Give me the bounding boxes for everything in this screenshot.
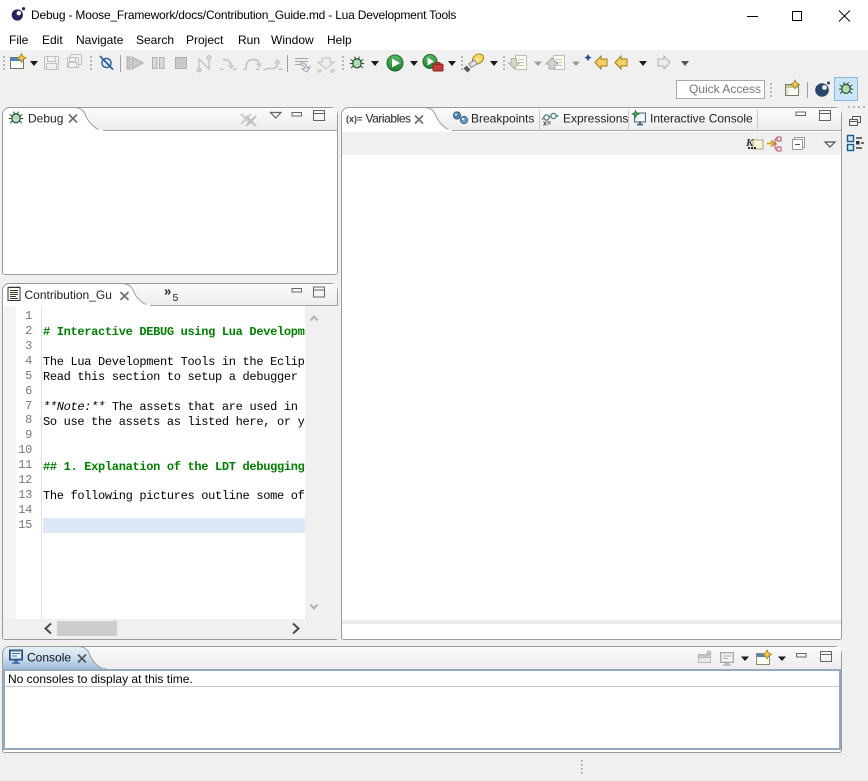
svg-text:Debug: Debug: [28, 112, 63, 126]
svg-text:(x)=: (x)=: [346, 114, 362, 124]
svg-text:Console: Console: [27, 651, 71, 665]
svg-text:Expressions: Expressions: [563, 112, 628, 126]
svg-text:x=: x=: [543, 121, 551, 128]
svg-text:»: »: [164, 284, 171, 299]
svg-text:Contribution_Gu: Contribution_Gu: [25, 288, 112, 302]
svg-text:Breakpoints: Breakpoints: [471, 112, 534, 126]
svg-text:Interactive Console: Interactive Console: [650, 112, 753, 126]
svg-text:Variables: Variables: [366, 112, 412, 126]
svg-text:5: 5: [173, 292, 179, 304]
